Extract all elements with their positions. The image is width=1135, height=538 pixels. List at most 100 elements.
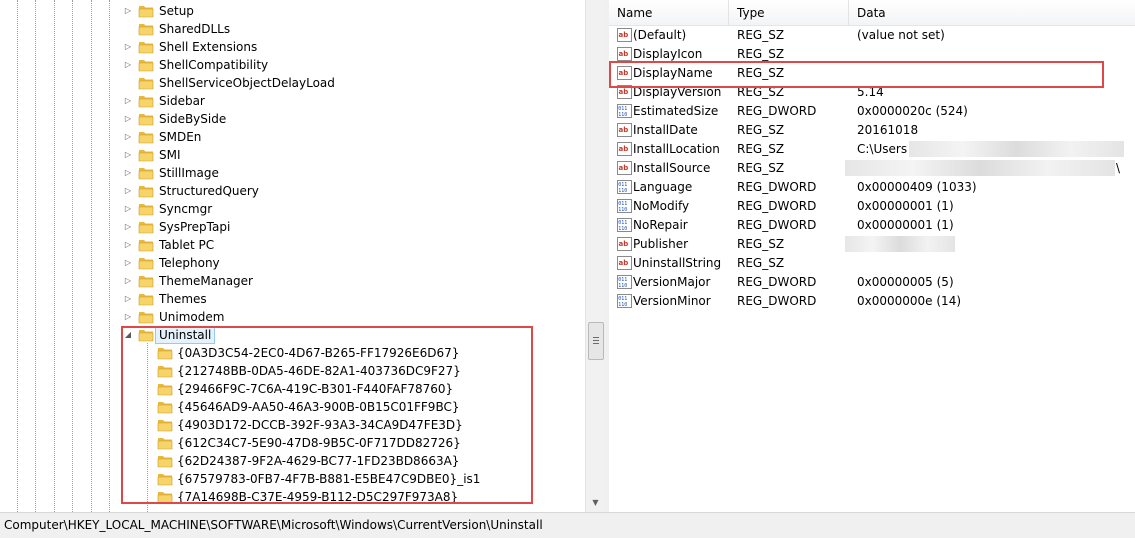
expand-arrow-icon[interactable]: ▷ [124, 254, 132, 272]
tree-key-row[interactable]: ▷ ThemeManager [0, 272, 585, 290]
folder-icon [138, 40, 154, 54]
tree-key-label[interactable]: Telephony [159, 254, 220, 272]
tree-key-label[interactable]: ThemeManager [159, 272, 253, 290]
value-row[interactable]: 011 110 NoRepair REG_DWORD 0x00000001 (1) [609, 216, 1135, 235]
tree-key-row[interactable]: ▷ Unimodem [0, 308, 585, 326]
expand-arrow-icon[interactable]: ▷ [124, 200, 132, 218]
tree-key-row[interactable]: ▷ ShellCompatibility [0, 56, 585, 74]
tree-key-label[interactable]: Shell Extensions [159, 38, 257, 56]
tree-key-row[interactable]: ▷ SMDEn [0, 128, 585, 146]
list-header: Name Type Data [609, 0, 1135, 26]
value-type: REG_SZ [737, 237, 785, 251]
expand-arrow-icon[interactable]: ▷ [124, 236, 132, 254]
string-value-icon: ab [617, 123, 632, 137]
tree-key-row[interactable]: ▷ Tablet PC [0, 236, 585, 254]
expand-arrow-icon[interactable]: ▷ [124, 272, 132, 290]
value-row[interactable]: ab UninstallString REG_SZ [609, 254, 1135, 273]
column-header-type[interactable]: Type [729, 0, 849, 25]
tree-key-label[interactable]: Setup [159, 2, 194, 20]
column-header-data[interactable]: Data [849, 0, 1135, 25]
tree-key-label[interactable]: Unimodem [159, 308, 224, 326]
no-expander[interactable] [124, 20, 132, 38]
expand-arrow-icon[interactable]: ▷ [124, 128, 132, 146]
value-row[interactable]: ab InstallSource REG_SZ \ [609, 159, 1135, 178]
column-header-name[interactable]: Name [609, 0, 729, 25]
tree-key-label[interactable]: ShellCompatibility [159, 56, 268, 74]
tree-key-row[interactable]: ▷ Telephony [0, 254, 585, 272]
value-name: NoModify [633, 199, 690, 213]
tree-key-label[interactable]: SMDEn [159, 128, 201, 146]
expand-arrow-icon[interactable]: ▷ [124, 146, 132, 164]
grip-line [593, 337, 599, 338]
tree-key-row[interactable]: SharedDLLs [0, 20, 585, 38]
value-type: REG_SZ [737, 142, 785, 156]
value-data: \ [1116, 161, 1121, 175]
tree-key-row[interactable]: ▷ Sidebar [0, 92, 585, 110]
folder-icon [138, 220, 154, 234]
tree-key-row[interactable]: ▷ Themes [0, 290, 585, 308]
tree-key-label[interactable]: SMI [159, 146, 181, 164]
tree-key-label[interactable]: Themes [159, 290, 207, 308]
tree-key-row[interactable]: ▷ Setup [0, 2, 585, 20]
expand-arrow-icon[interactable]: ▷ [124, 182, 132, 200]
svg-text:ab: ab [619, 145, 629, 153]
value-type: REG_DWORD [737, 180, 817, 194]
tree-key-row[interactable]: ShellServiceObjectDelayLoad [0, 74, 585, 92]
tree-key-label[interactable]: SysPrepTapi [159, 218, 230, 236]
expand-arrow-icon[interactable]: ▷ [124, 2, 132, 20]
tree-key-row[interactable]: ▷ StructuredQuery [0, 182, 585, 200]
tree-key-row[interactable]: ▷ StillImage [0, 164, 585, 182]
svg-text:ab: ab [619, 164, 629, 172]
expand-arrow-icon[interactable]: ▷ [124, 218, 132, 236]
value-type: REG_SZ [737, 28, 785, 42]
value-row[interactable]: 011 110 EstimatedSize REG_DWORD 0x0000020c (… [609, 102, 1135, 121]
tree-key-label[interactable]: ShellServiceObjectDelayLoad [159, 74, 335, 92]
value-name: Language [633, 180, 693, 194]
value-type: REG_DWORD [737, 199, 817, 213]
value-row[interactable]: 011 110 Language REG_DWORD 0x00000409 (1033) [609, 178, 1135, 197]
tree-key-label[interactable]: StructuredQuery [159, 182, 259, 200]
tree-key-row[interactable]: ▷ SideBySide [0, 110, 585, 128]
binary-value-icon: 011 110 [617, 294, 632, 308]
folder-icon [138, 166, 154, 180]
string-value-icon: ab [617, 28, 632, 42]
value-row[interactable]: ab Publisher REG_SZ [609, 235, 1135, 254]
tree-key-row[interactable]: ▷ Shell Extensions [0, 38, 585, 56]
scrollbar-thumb[interactable] [588, 322, 604, 360]
tree-key-label[interactable]: Tablet PC [159, 236, 214, 254]
folder-icon [138, 76, 154, 90]
tree-key-label[interactable]: SideBySide [159, 110, 226, 128]
expand-arrow-icon[interactable]: ▷ [124, 290, 132, 308]
registry-values-list[interactable]: Name Type Data ab (Default) REG_SZ (value n… [609, 0, 1135, 512]
expand-arrow-icon[interactable]: ▷ [124, 56, 132, 74]
tree-key-label[interactable]: Syncmgr [159, 200, 212, 218]
no-expander[interactable] [124, 74, 132, 92]
expand-arrow-icon[interactable]: ▷ [124, 110, 132, 128]
registry-key-tree[interactable]: ▷ Setup SharedDLLs ▷ Shell Extensions ▷ ShellC… [0, 0, 604, 512]
expand-arrow-icon[interactable]: ▷ [124, 38, 132, 56]
expand-arrow-icon[interactable]: ▷ [124, 92, 132, 110]
tree-key-row[interactable]: ▷ Syncmgr [0, 200, 585, 218]
value-row[interactable]: ab InstallDate REG_SZ 20161018 [609, 121, 1135, 140]
value-name: EstimatedSize [633, 104, 719, 118]
value-row[interactable]: ab InstallLocation REG_SZ C:\Users [609, 140, 1135, 159]
svg-text:110: 110 [618, 112, 627, 118]
value-type: REG_DWORD [737, 294, 817, 308]
expand-arrow-icon[interactable]: ▷ [124, 308, 132, 326]
tree-vertical-scrollbar[interactable]: ▼ [585, 0, 605, 512]
tree-key-row[interactable]: ▷ SysPrepTapi [0, 218, 585, 236]
value-row[interactable]: 011 110 VersionMinor REG_DWORD 0x0000000e (1… [609, 292, 1135, 311]
tree-key-label[interactable]: Sidebar [159, 92, 205, 110]
tree-key-label[interactable]: SharedDLLs [159, 20, 230, 38]
svg-text:110: 110 [618, 302, 627, 308]
value-row[interactable]: 011 110 NoModify REG_DWORD 0x00000001 (1) [609, 197, 1135, 216]
value-type: REG_DWORD [737, 218, 817, 232]
tree-key-row[interactable]: ▷ SMI [0, 146, 585, 164]
expand-arrow-icon[interactable]: ▷ [124, 164, 132, 182]
value-row[interactable]: 011 110 VersionMajor REG_DWORD 0x00000005 (5… [609, 273, 1135, 292]
scroll-down-arrow-icon[interactable]: ▼ [586, 494, 605, 511]
folder-icon [138, 130, 154, 144]
value-data: 0x0000000e (14) [857, 294, 962, 308]
tree-key-label[interactable]: StillImage [159, 164, 219, 182]
value-row[interactable]: ab (Default) REG_SZ (value not set) [609, 26, 1135, 45]
